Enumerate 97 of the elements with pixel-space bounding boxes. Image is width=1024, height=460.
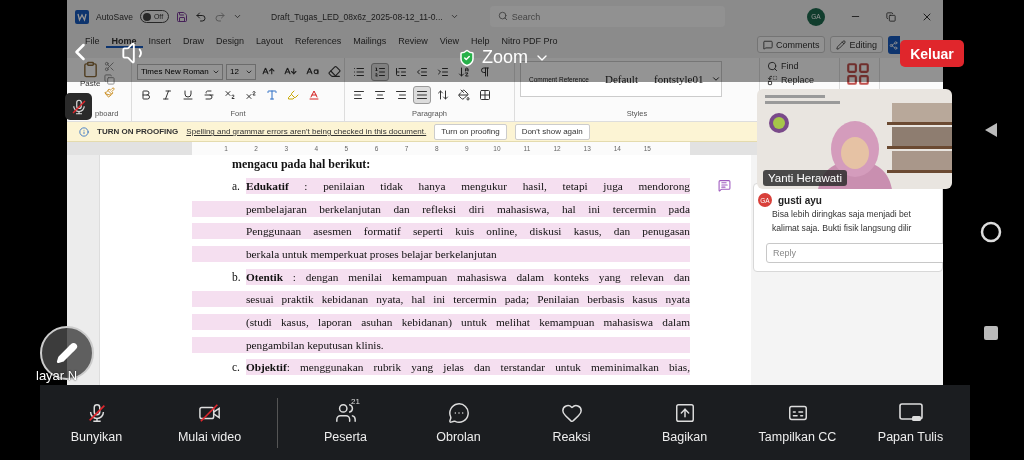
align-left-icon xyxy=(353,88,365,101)
autosave-label: AutoSave xyxy=(96,11,133,22)
ribbon-tab[interactable]: Layout xyxy=(250,36,290,48)
ribbon-tab[interactable]: Insert xyxy=(142,36,178,48)
list-marker: b. xyxy=(231,269,242,285)
pencil-icon xyxy=(56,342,78,364)
style-option[interactable]: Default xyxy=(597,73,646,85)
line-spacing-icon xyxy=(437,88,449,101)
style-option[interactable]: fontstyle01 xyxy=(645,73,712,85)
search-icon xyxy=(497,11,508,21)
participant-name: Yanti Herawati xyxy=(763,170,847,186)
multilevel-list-icon xyxy=(395,65,407,78)
toolbar-button[interactable]: Bagikan xyxy=(628,401,741,444)
pencil-icon xyxy=(836,39,847,50)
underline-icon[interactable] xyxy=(182,88,194,101)
search-icon xyxy=(767,60,778,72)
editing-button[interactable]: Editing xyxy=(830,36,883,53)
ribbon-tab[interactable]: View xyxy=(433,36,466,48)
paint-bucket-icon xyxy=(458,88,470,101)
toolbar-button[interactable]: Obrolan xyxy=(402,401,515,444)
comment-icon[interactable] xyxy=(717,179,731,193)
justify-icon xyxy=(416,88,428,101)
clipboard-icon xyxy=(81,61,99,78)
customize-caret-icon[interactable] xyxy=(233,12,243,21)
recents-icon[interactable] xyxy=(982,325,999,341)
decrease-indent-icon xyxy=(416,65,428,78)
font-select[interactable]: Times New Roman xyxy=(137,63,223,80)
numbered-list-button[interactable] xyxy=(371,62,389,81)
subscript-icon[interactable] xyxy=(224,88,236,101)
ribbon-tab[interactable]: File xyxy=(79,36,106,48)
font-color-icon[interactable] xyxy=(308,88,320,101)
proofing-message: Spelling and grammar errors aren't being checked in this document. xyxy=(186,127,427,136)
info-icon xyxy=(79,126,89,137)
bold-icon[interactable] xyxy=(140,88,152,101)
home-icon[interactable] xyxy=(979,221,1002,243)
proofing-title: TURN ON PROOFING xyxy=(97,127,179,136)
restore-icon[interactable] xyxy=(886,11,896,22)
ribbon-tab[interactable]: References xyxy=(289,36,348,48)
share-button[interactable] xyxy=(888,36,900,54)
list-marker: c. xyxy=(231,360,241,376)
ribbon-tab[interactable]: Review xyxy=(392,36,434,48)
replace-button[interactable]: Replace xyxy=(765,74,834,86)
superscript-icon[interactable] xyxy=(245,88,257,101)
sort-icon xyxy=(458,65,470,78)
reply-field[interactable]: Reply xyxy=(766,243,943,263)
toolbar-button[interactable]: Reaksi xyxy=(515,401,628,444)
align-right-icon xyxy=(395,88,407,101)
strikethrough-icon[interactable] xyxy=(203,88,215,101)
toolbar-button[interactable]: Bunyikan xyxy=(40,401,153,444)
turn-on-proofing-button[interactable]: Turn on proofing xyxy=(434,123,507,140)
whiteboard-icon[interactable] xyxy=(897,401,924,424)
justify-button[interactable] xyxy=(413,85,431,104)
caret-icon[interactable] xyxy=(449,12,459,21)
ribbon-tab[interactable]: Home xyxy=(105,36,143,48)
toolbar-button[interactable]: Mulai video xyxy=(153,401,266,444)
comment-text: kalimat saja. Bukti fisik langsung dilir xyxy=(771,222,913,235)
italic-icon[interactable] xyxy=(161,88,173,101)
bullet-list-icon xyxy=(353,65,365,78)
ribbon-tab[interactable]: Help xyxy=(465,36,496,48)
leave-button[interactable]: Keluar xyxy=(900,40,964,67)
share-icon xyxy=(889,40,898,50)
find-button[interactable]: Find xyxy=(765,60,834,72)
document-title[interactable]: Draft_Tugas_LED_08x6z_2025-08-12_11-0... xyxy=(271,11,443,22)
ribbon-tab[interactable]: Design xyxy=(210,36,251,48)
more-styles-icon[interactable] xyxy=(711,74,722,84)
undo-icon[interactable] xyxy=(195,10,208,23)
text-effects-icon[interactable] xyxy=(266,88,278,101)
eraser-icon[interactable] xyxy=(328,65,341,78)
ribbon-tab[interactable]: Draw xyxy=(177,36,211,48)
save-icon[interactable] xyxy=(176,10,189,23)
toolbar-button[interactable]: Papan Tulis xyxy=(854,401,967,444)
ribbon-tab[interactable]: Mailings xyxy=(347,36,393,48)
comments-button[interactable]: Comments xyxy=(756,36,826,53)
paste-button[interactable]: Paste xyxy=(80,61,101,89)
align-center-icon xyxy=(374,88,386,101)
meeting-title[interactable]: Zoom xyxy=(458,50,550,65)
chat-bubble-icon[interactable] xyxy=(447,401,470,424)
comment-icon xyxy=(762,39,773,50)
borders-icon xyxy=(479,88,491,101)
font-size-select[interactable]: 12 xyxy=(226,63,256,80)
comment-author: gusti ayu xyxy=(778,193,822,207)
numbered-list-icon xyxy=(374,65,386,78)
toolbar-button[interactable]: Tampilkan CC xyxy=(741,401,854,444)
copy-icon[interactable] xyxy=(104,74,116,85)
comment-text: Bisa lebih diringkas saja menjadi bet xyxy=(771,208,912,221)
video-off-icon[interactable] xyxy=(197,401,222,424)
pilcrow-icon xyxy=(479,65,491,78)
replace-icon xyxy=(767,74,778,86)
ribbon-tab[interactable]: Nitro PDF Pro xyxy=(495,36,564,48)
list-marker: a. xyxy=(231,178,241,194)
share-screen-icon[interactable] xyxy=(673,401,696,424)
dont-show-button[interactable]: Don't show again xyxy=(514,123,590,140)
grid-icon[interactable] xyxy=(845,61,871,87)
search-field[interactable]: Search xyxy=(489,6,725,27)
word-app-icon xyxy=(75,9,89,24)
increase-indent-icon xyxy=(437,65,449,78)
paragraph-text: mengacu pada hal berikut: xyxy=(230,156,372,173)
